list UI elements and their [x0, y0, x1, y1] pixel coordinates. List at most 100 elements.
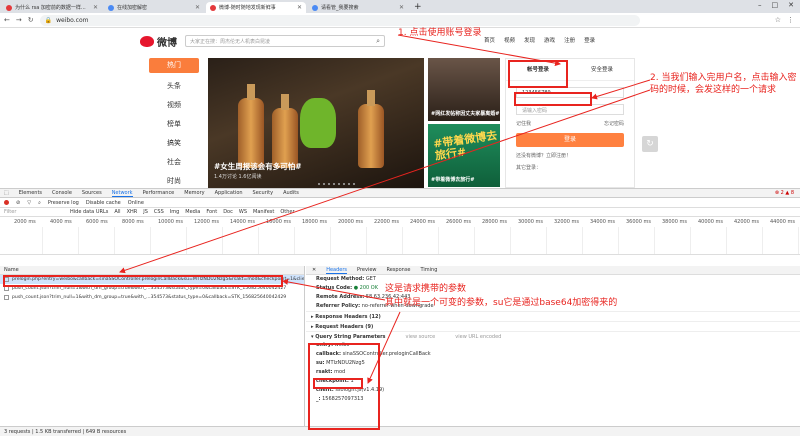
detail-tab-headers[interactable]: Headers — [326, 266, 348, 274]
request-headers-section[interactable]: ▸ Request Headers (9) — [306, 321, 800, 331]
browser-tab-4[interactable]: 请看管_我要搜索 ✕ — [308, 2, 408, 13]
filter-type[interactable]: Font — [206, 209, 217, 215]
view-url-encoded-link[interactable]: view URL encoded — [455, 334, 501, 340]
thumbnail-card[interactable]: #网红发帖称因丈夫家暴离婚# — [428, 58, 500, 121]
filter-input[interactable]: Filter — [4, 209, 64, 215]
hero-banner[interactable]: #女生周报该会有多可怕# 1.4万讨论 1.6亿阅读 — [208, 58, 424, 188]
close-window-icon[interactable]: ✕ — [788, 1, 794, 9]
nav-game[interactable]: 游戏 — [544, 36, 555, 44]
devtools-tab[interactable]: Memory — [184, 190, 204, 196]
close-icon[interactable]: ✕ — [312, 266, 316, 274]
side-nav-item[interactable]: 社会 — [149, 153, 199, 172]
filter-type[interactable]: Media — [185, 209, 200, 215]
maximize-icon[interactable]: □ — [772, 1, 779, 9]
timeline-gridline — [510, 227, 511, 254]
devtools-tab[interactable]: Sources — [82, 190, 102, 196]
filter-type[interactable]: XHR — [127, 209, 138, 215]
browser-tab-2[interactable]: 在线加密解密 ✕ — [104, 2, 204, 13]
nav-discover[interactable]: 发现 — [524, 36, 535, 44]
side-nav-item[interactable]: 搞笑 — [149, 134, 199, 153]
devtools-tab[interactable]: Audits — [283, 190, 299, 196]
view-source-link[interactable]: view source — [406, 334, 436, 340]
minimize-icon[interactable]: – — [758, 1, 762, 9]
login-button[interactable]: 登录 — [516, 133, 624, 147]
filter-type[interactable]: All — [114, 209, 120, 215]
tab-title: 微博-随时随地发现新鲜事 — [219, 5, 276, 11]
thumbnail-card[interactable]: #带着微博去旅行# #带着微博去旅行# — [428, 124, 500, 187]
star-icon[interactable]: ☆ — [775, 16, 781, 24]
devtools-tab[interactable]: Performance — [143, 190, 175, 196]
detail-tab-timing[interactable]: Timing — [421, 266, 438, 274]
timeline-tick: 10000 ms — [158, 219, 183, 225]
devtools-tab[interactable]: Application — [215, 190, 243, 196]
detail-tab-preview[interactable]: Preview — [357, 266, 376, 274]
filter-type[interactable]: Doc — [223, 209, 233, 215]
timeline-gridline — [114, 227, 115, 254]
response-headers-section[interactable]: ▸ Response Headers (12) — [306, 311, 800, 321]
request-type-icon — [4, 295, 9, 300]
side-nav-item[interactable]: 榜单 — [149, 115, 199, 134]
timeline-gridline — [438, 227, 439, 254]
filter-type[interactable]: JS — [143, 209, 148, 215]
remember-checkbox[interactable]: 记住我 — [516, 120, 531, 127]
detail-tab-response[interactable]: Response — [386, 266, 410, 274]
devtools-tab-network[interactable]: Network — [111, 190, 133, 197]
filter-type[interactable]: Manifest — [253, 209, 274, 215]
carousel-dots[interactable] — [318, 183, 355, 185]
query-string-section[interactable]: ▾ Query String Parameters view source view… — [306, 331, 800, 341]
close-icon[interactable]: ✕ — [399, 4, 404, 11]
refresh-icon[interactable]: ↻ — [642, 136, 658, 152]
throttle-select[interactable]: Online — [128, 200, 144, 206]
reload-icon[interactable]: ↻ — [28, 16, 34, 24]
nav-login[interactable]: 登录 — [584, 36, 595, 44]
close-icon[interactable]: ✕ — [195, 4, 200, 11]
browser-tab-1[interactable]: 为什么 rsa 加密前的数据一样... ✕ — [2, 2, 102, 13]
close-icon[interactable]: ✕ — [93, 4, 98, 11]
filter-type[interactable]: Hide data URLs — [70, 209, 108, 215]
side-nav-item[interactable]: 头条 — [149, 77, 199, 96]
devtools-tab[interactable]: Elements — [19, 190, 42, 196]
network-timeline[interactable]: 2000 ms 4000 ms 6000 ms 8000 ms 10000 ms 1200… — [0, 217, 800, 255]
devtools-tab[interactable]: Console — [52, 190, 72, 196]
tab-safe-login[interactable]: 安全登录 — [570, 59, 634, 80]
devtools-tab[interactable]: Security — [253, 190, 274, 196]
annotation-step-1: 1. 点击使用账号登录 — [398, 28, 482, 38]
timeline-gridline — [366, 227, 367, 254]
url-field[interactable]: 🔒 weibo.com — [39, 14, 640, 26]
side-nav-item[interactable]: 时尚 — [149, 172, 199, 188]
forgot-password-link[interactable]: 忘记密码 — [604, 120, 624, 127]
record-icon[interactable] — [4, 200, 9, 205]
timeline-gridline — [78, 227, 79, 254]
inspect-icon[interactable]: ⬚ — [4, 190, 9, 196]
name-column-header[interactable]: Name — [0, 266, 304, 275]
side-nav-item[interactable]: 热门 — [149, 58, 199, 73]
back-icon[interactable]: ← — [4, 16, 10, 24]
clear-icon[interactable]: ⊘ — [16, 200, 20, 206]
nav-video[interactable]: 视频 — [504, 36, 515, 44]
menu-icon[interactable]: ⋮ — [787, 16, 794, 24]
preserve-log-checkbox[interactable]: Preserve log — [48, 200, 79, 206]
new-tab-button[interactable]: + — [414, 2, 422, 13]
general-row: Request Method: GET — [316, 276, 376, 282]
browser-tab-3[interactable]: 微博-随时随地发现新鲜事 ✕ — [206, 2, 306, 13]
filter-icon[interactable]: ▽ — [27, 200, 31, 206]
window-controls: – □ ✕ — [758, 1, 794, 9]
search-icon[interactable]: ⌕ — [376, 37, 380, 46]
error-badge: ⊗ 2 ▲ 8 — [774, 190, 794, 196]
side-nav-item[interactable]: 视频 — [149, 96, 199, 115]
nav-home[interactable]: 首页 — [484, 36, 495, 44]
search-input[interactable]: 大家正在搜：周杰伦无人机表白昆凌 ⌕ — [185, 35, 385, 47]
filter-type[interactable]: CSS — [154, 209, 164, 215]
search-icon[interactable]: ⌕ — [38, 200, 41, 206]
close-icon[interactable]: ✕ — [297, 4, 302, 11]
filter-type[interactable]: Img — [170, 209, 180, 215]
nav-register[interactable]: 注册 — [564, 36, 575, 44]
register-link[interactable]: 还没有微博？立即注册！ — [516, 152, 624, 159]
request-name: push_count.json?trim_null=1&with_dm_grou… — [12, 295, 287, 300]
disable-cache-checkbox[interactable]: Disable cache — [86, 200, 121, 206]
request-row[interactable]: push_count.json?trim_null=1&with_dm_grou… — [0, 293, 304, 302]
forward-icon[interactable]: → — [16, 16, 22, 24]
filter-type[interactable]: Other — [280, 209, 294, 215]
filter-type[interactable]: WS — [239, 209, 247, 215]
weibo-logo[interactable]: 微博 — [140, 34, 177, 49]
